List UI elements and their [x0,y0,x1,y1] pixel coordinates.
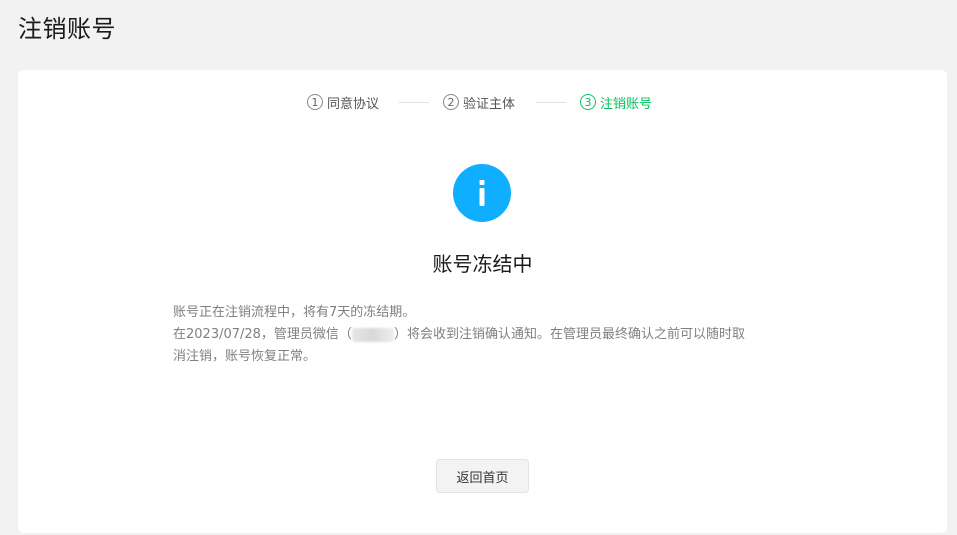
main-card: 1 同意协议 2 验证主体 3 注销账号 账号冻结中 账号正在注销流程中，将有7… [18,70,947,533]
redacted-wechat-id [351,327,394,342]
step-3-number: 3 [580,94,596,110]
status-title: 账号冻结中 [432,252,533,276]
step-1: 1 同意协议 [307,92,379,112]
description-line-2-prefix: 在2023/07/28，管理员微信（ [173,327,352,342]
step-divider [536,102,566,103]
step-divider [399,102,429,103]
info-icon [453,164,511,222]
step-3: 3 注销账号 [580,92,652,112]
back-home-button[interactable]: 返回首页 [436,459,529,493]
description-line-1: 账号正在注销流程中，将有7天的冻结期。 [173,305,416,320]
description-line-2-suffix: ）将会收到注销确认通知。在管理员最终确认之前可以随时取 [393,327,745,342]
step-2: 2 验证主体 [443,92,515,112]
step-2-label: 验证主体 [463,96,516,112]
step-3-label: 注销账号 [600,96,653,112]
step-2-number: 2 [443,94,459,110]
info-glyph [479,180,485,206]
status-description: 账号正在注销流程中，将有7天的冻结期。 在2023/07/28，管理员微信（ ）将… [173,302,783,368]
steps-indicator: 1 同意协议 2 验证主体 3 注销账号 [18,92,947,112]
page-title: 注销账号 [18,15,116,43]
description-line-2: 在2023/07/28，管理员微信（ ）将会收到注销确认通知。在管理员最终确认之前… [173,324,783,346]
step-1-number: 1 [307,94,323,110]
step-1-label: 同意协议 [327,96,380,112]
description-line-3: 消注销，账号恢复正常。 [173,349,317,364]
